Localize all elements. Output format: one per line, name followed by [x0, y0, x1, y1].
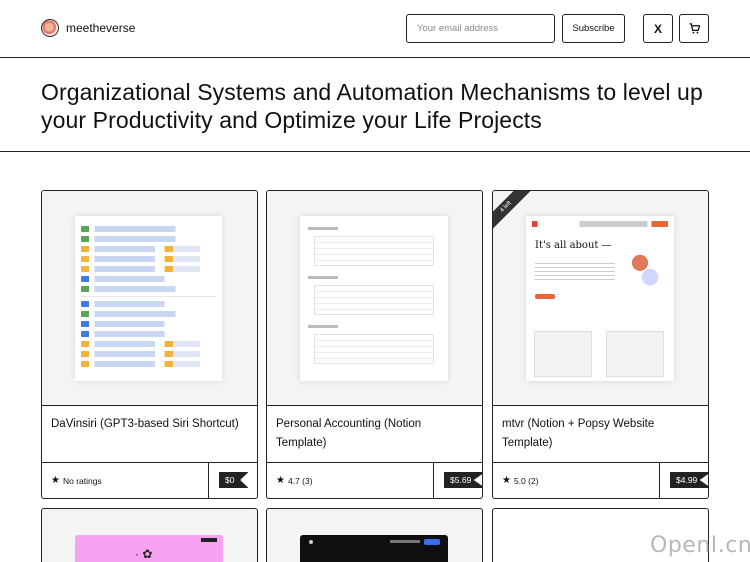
product-thumbnail[interactable]: · ✿: [75, 535, 223, 562]
rating-text: 4.7 (3): [287, 475, 313, 486]
product-rating: ★ No ratings: [51, 475, 102, 486]
product-title[interactable]: Personal Accounting (Notion Template): [276, 415, 471, 453]
price-tag: $5.69: [444, 472, 482, 488]
thumbnail-heading: It's all about —: [535, 240, 612, 251]
star-icon: ★: [51, 475, 60, 486]
brand-name[interactable]: meetheverse: [66, 21, 135, 35]
thumbnail-preview: [75, 216, 222, 381]
product-thumbnail[interactable]: [42, 191, 257, 406]
product-title[interactable]: mtvr (Notion + Popsy Website Template): [502, 415, 697, 453]
price-cell: $4.99: [659, 463, 708, 498]
hero-section: Organizational Systems and Automation Me…: [0, 58, 750, 152]
price-tag: $4.99: [670, 472, 708, 488]
product-title[interactable]: DaVinsiri (GPT3-based Siri Shortcut): [51, 415, 246, 434]
price-tag: $0: [219, 472, 249, 488]
logo-mark-icon: · ✿: [135, 547, 153, 561]
subscribe-button[interactable]: Subscribe: [562, 14, 625, 43]
x-icon: X: [653, 21, 662, 36]
product-thumbnail[interactable]: [300, 535, 448, 562]
product-footer: ★ No ratings $0: [42, 462, 257, 498]
page-title: Organizational Systems and Automation Me…: [41, 79, 703, 133]
product-card[interactable]: [266, 508, 483, 562]
cart-icon: [688, 23, 700, 34]
cart-button[interactable]: [679, 14, 709, 43]
star-icon: ★: [276, 475, 285, 486]
product-footer: ★ 5.0 (2) $4.99: [493, 462, 708, 498]
product-thumbnail[interactable]: It's all about — 4 left: [493, 191, 708, 406]
product-thumbnail[interactable]: [267, 191, 482, 406]
product-card[interactable]: · ✿: [41, 508, 258, 562]
product-card[interactable]: Personal Accounting (Notion Template) ★ …: [266, 190, 483, 499]
product-rating: ★ 4.7 (3): [276, 475, 313, 486]
rating-text: 5.0 (2): [513, 475, 539, 486]
product-rating: ★ 5.0 (2): [502, 475, 539, 486]
site-header: meetheverse Subscribe X: [0, 0, 750, 58]
product-card[interactable]: It's all about — 4 left mtvr (Notion + P…: [492, 190, 709, 499]
brand[interactable]: meetheverse: [41, 19, 135, 37]
price-cell: $5.69: [433, 463, 482, 498]
product-footer: ★ 4.7 (3) $5.69: [267, 462, 482, 498]
star-icon: ★: [502, 475, 511, 486]
rating-text: No ratings: [62, 475, 102, 486]
price-cell: $0: [208, 463, 257, 498]
product-card[interactable]: DaVinsiri (GPT3-based Siri Shortcut) ★ N…: [41, 190, 258, 499]
watermark: OpenI.cn: [650, 533, 750, 558]
thumbnail-preview: [300, 216, 448, 381]
thumbnail-preview: It's all about —: [526, 216, 674, 381]
x-twitter-button[interactable]: X: [643, 14, 673, 43]
avatar: [41, 19, 59, 37]
email-input[interactable]: [406, 14, 555, 43]
